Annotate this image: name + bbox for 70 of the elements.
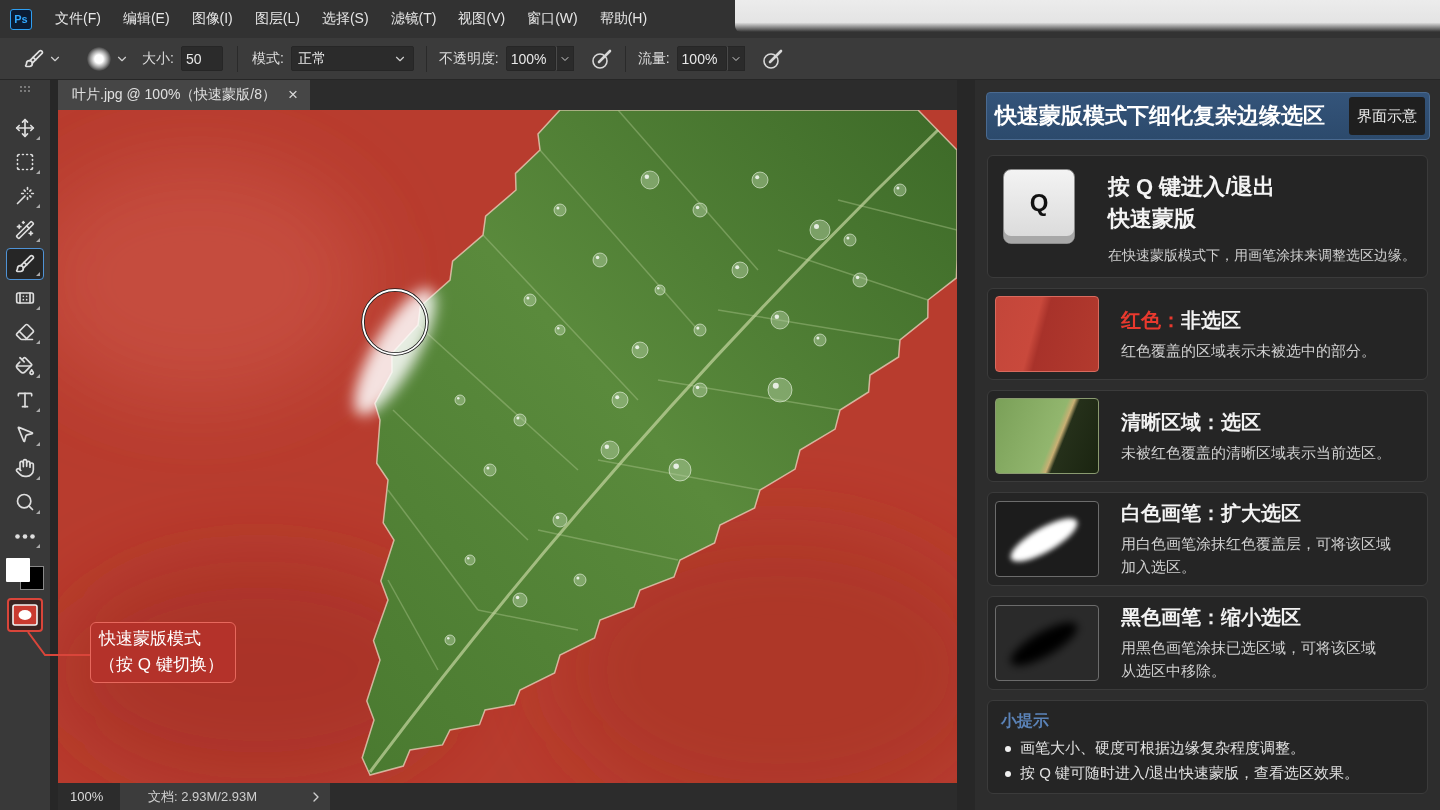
card-title: 黑色画笔：缩小选区 bbox=[1121, 605, 1302, 630]
panel-title: 快速蒙版模式下细化复杂边缘选区 bbox=[995, 102, 1325, 130]
opacity-label: 不透明度: bbox=[438, 49, 499, 68]
pen-circle-icon bbox=[761, 47, 784, 70]
menu-item[interactable]: 编辑(E) bbox=[112, 0, 180, 38]
callout-leader-line bbox=[27, 632, 90, 657]
document-info-button[interactable]: 文档: 2.93M/2.93M bbox=[120, 783, 330, 810]
close-button[interactable]: × bbox=[286, 85, 300, 105]
bullet-icon bbox=[1005, 745, 1011, 752]
wand-icon bbox=[15, 186, 35, 206]
card-title: 红色：非选区 bbox=[1121, 307, 1242, 333]
menu-item[interactable]: 帮助(H) bbox=[589, 0, 658, 38]
tool-button[interactable] bbox=[6, 248, 44, 280]
card-description: 红色覆盖的区域表示未被选中的部分。 bbox=[1121, 340, 1376, 361]
flow-label: 流量: bbox=[637, 49, 670, 68]
zoom-level: 100% bbox=[69, 788, 105, 806]
size-field[interactable]: 50 bbox=[180, 46, 223, 71]
brush-cursor-icon bbox=[361, 288, 429, 356]
airbrush-button[interactable] bbox=[761, 47, 784, 70]
menu-item[interactable]: 视图(V) bbox=[448, 0, 516, 38]
brush-tip-button[interactable] bbox=[87, 46, 129, 71]
quick-mask-icon bbox=[12, 604, 38, 626]
callout-label: 快速蒙版模式 （按 Q 键切换） bbox=[90, 622, 236, 683]
menu-item[interactable]: 文件(F) bbox=[45, 0, 111, 38]
grip-icon bbox=[20, 86, 30, 92]
more-icon bbox=[15, 533, 35, 539]
card-title: 按 Q 键进入/退出 快速蒙版 bbox=[1108, 173, 1277, 233]
type-icon bbox=[15, 390, 35, 410]
keyboard-key: Q bbox=[1003, 169, 1075, 244]
card-description: 未被红色覆盖的清晰区域表示当前选区。 bbox=[1121, 442, 1391, 463]
move-icon bbox=[15, 118, 35, 138]
document-tab[interactable]: 叶片.jpg @ 100%（快速蒙版/8） × bbox=[58, 80, 310, 110]
tips-title: 小提示 bbox=[1001, 712, 1050, 730]
dashed-square-icon bbox=[15, 152, 35, 172]
mode-label: 模式: bbox=[251, 49, 284, 68]
flow-dropdown-button[interactable] bbox=[726, 46, 745, 71]
opacity-field[interactable]: 100% bbox=[505, 46, 556, 71]
badge: 界面示意 bbox=[1349, 97, 1425, 135]
opacity-dropdown-button[interactable] bbox=[555, 46, 574, 71]
flow-field[interactable]: 100% bbox=[676, 46, 727, 71]
brush-icon bbox=[15, 254, 35, 274]
menu-item[interactable]: 窗口(W) bbox=[517, 0, 588, 38]
card-title: 清晰区域：选区 bbox=[1121, 409, 1262, 435]
pressure-opacity-button[interactable] bbox=[590, 47, 613, 70]
hand-icon bbox=[15, 458, 35, 478]
paint-bucket-icon bbox=[15, 356, 35, 376]
card-description: 用黑色画笔涂抹已选区域，可将该区域 从选区中移除。 bbox=[1121, 638, 1376, 681]
bullet-icon bbox=[1005, 770, 1011, 777]
sparkle-wand-icon bbox=[15, 220, 35, 240]
menu-item[interactable]: 选择(S) bbox=[311, 0, 379, 38]
menu-item[interactable]: 滤镜(T) bbox=[380, 0, 447, 38]
card-description: 在快速蒙版模式下，用画笔涂抹来调整选区边缘。 bbox=[1108, 246, 1416, 265]
soft-brush-icon bbox=[87, 46, 111, 71]
color-swatches-icon bbox=[6, 558, 44, 592]
tip-text: 画笔大小、硬度可根据边缘复杂程度调整。 bbox=[1020, 739, 1305, 758]
menu-item[interactable]: 图层(L) bbox=[244, 0, 310, 38]
size-label: 大小: bbox=[142, 49, 174, 68]
app-logo: Ps bbox=[10, 8, 32, 30]
mode-dropdown[interactable]: 正常 bbox=[290, 46, 414, 71]
eraser-icon bbox=[15, 322, 35, 342]
brush-preset-button[interactable] bbox=[24, 48, 62, 69]
quick-mask-button[interactable] bbox=[7, 598, 43, 632]
menu-item[interactable]: 图像(I) bbox=[181, 0, 243, 38]
card-description: 用白色画笔涂抹红色覆盖层，可将该区域 加入选区。 bbox=[1121, 534, 1391, 577]
search-icon bbox=[15, 492, 35, 512]
tip-text: 按 Q 键可随时进入/退出快速蒙版，查看选区效果。 bbox=[1020, 764, 1360, 783]
pen-circle-icon bbox=[590, 47, 613, 70]
pointer-icon bbox=[15, 424, 35, 444]
card-title: 白色画笔：扩大选区 bbox=[1121, 501, 1302, 526]
brush-icon bbox=[24, 48, 44, 69]
